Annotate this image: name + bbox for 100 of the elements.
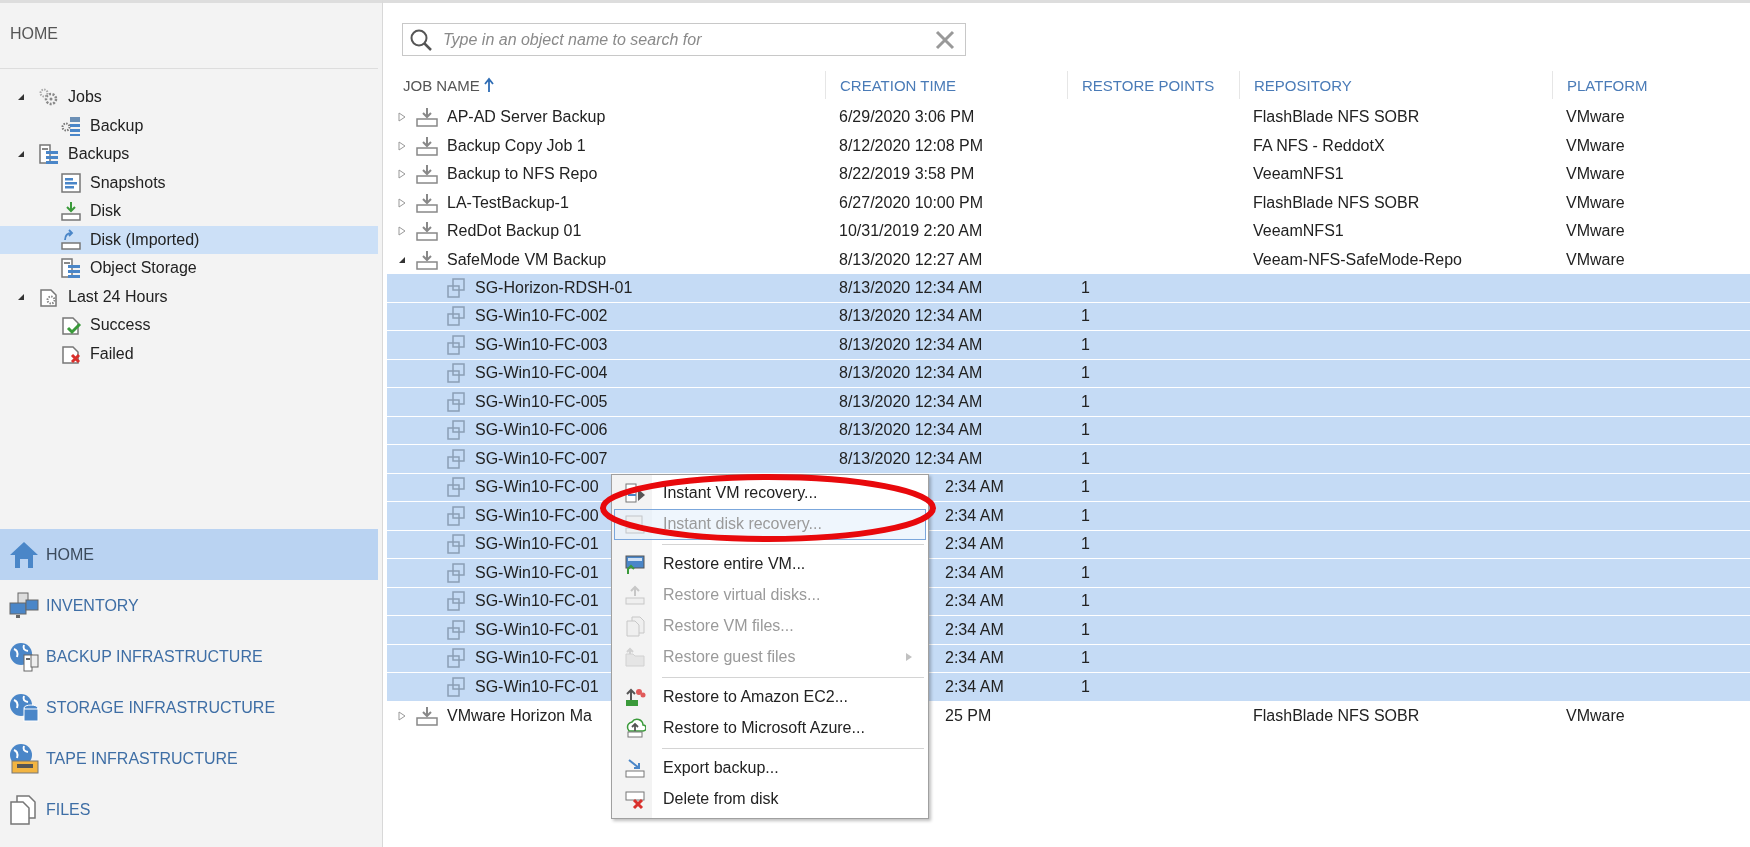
table-cell: SG-Win10-FC-007 [475,449,608,468]
tree-item[interactable]: Snapshots [0,168,378,197]
server-stack-icon [38,143,60,166]
table-cell: 8/13/2020 12:34 AM [839,364,983,383]
table-row[interactable]: SG-Win10-FC-005 8/13/2020 12:34 AM 1 [387,388,1750,417]
globe-server-icon [8,640,40,673]
menu-item[interactable]: Export backup... [614,752,926,784]
tree-item[interactable]: Success [0,311,378,340]
table-cell: 1 [1081,620,1090,639]
table-cell: SG-Win10-FC-01 [475,563,599,582]
table-row[interactable]: SG-Win10-FC-003 8/13/2020 12:34 AM 1 [387,331,1750,360]
disk-upload-icon [60,228,82,251]
disk-icon [624,513,646,535]
table-cell: 2:34 AM [945,649,1004,668]
menu-item[interactable]: Restore to Microsoft Azure... [614,712,926,744]
table-cell: 1 [1081,649,1090,668]
tree-item[interactable]: Last 24 Hours [0,282,378,311]
computers-icon [8,590,40,621]
documents-icon [624,615,646,637]
table-cell: 1 [1081,335,1090,354]
table-cell: Veeam-NFS-SafeMode-Repo [1253,250,1462,269]
nav-item[interactable]: BACKUP INFRASTRUCTURE [0,631,378,682]
table-cell: VeeamNFS1 [1253,222,1344,241]
table-cell: 1 [1081,535,1090,554]
table-cell: 2:34 AM [945,620,1004,639]
tree-item[interactable]: Disk (Imported) [0,225,378,254]
table-cell: 8/12/2020 12:08 PM [839,136,984,155]
table-cell: 10/31/2019 2:20 AM [839,222,983,241]
stacked-squares-icon [445,276,467,299]
tree-item[interactable]: Object Storage [0,254,378,283]
nav-item[interactable]: STORAGE INFRASTRUCTURE [0,682,378,733]
table-cell: 2:34 AM [945,535,1004,554]
menu-item[interactable]: Delete from disk [614,783,926,815]
disk-download-icon [415,191,439,214]
column-header[interactable]: PLATFORM [1553,70,1732,100]
tree-item[interactable]: Jobs [0,83,378,112]
stacked-squares-icon [445,419,467,442]
table-cell: FlashBlade NFS SOBR [1253,193,1420,212]
table-cell: 1 [1081,392,1090,411]
table-cell: SG-Win10-FC-00 [475,506,599,525]
table-cell: 2:34 AM [945,592,1004,611]
table-row[interactable]: SG-Horizon-RDSH-01 8/13/2020 12:34 AM 1 [387,274,1750,303]
check-document-icon [60,314,82,337]
table-cell: 2:34 AM [945,677,1004,696]
table-cell: SG-Win10-FC-002 [475,307,608,326]
cloud-upload-icon [624,686,646,708]
column-header[interactable]: CREATION TIME [826,70,1067,100]
disk-download-icon [60,200,82,223]
column-header[interactable]: JOB NAME [387,70,825,100]
column-header[interactable]: RESTORE POINTS [1068,70,1239,100]
disk-download-icon [415,134,439,157]
stacked-squares-icon [445,333,467,356]
home-icon [8,539,40,570]
column-header[interactable]: REPOSITORY [1240,70,1552,100]
stacked-squares-icon [445,533,467,556]
disk-upload-icon [624,584,646,606]
table-row[interactable]: SG-Win10-FC-002 8/13/2020 12:34 AM 1 [387,302,1750,331]
table-cell: VMware [1566,136,1625,155]
table-cell: SG-Win10-FC-00 [475,478,599,497]
search-field[interactable]: Type in an object name to search for [402,23,966,56]
nav-item[interactable]: TAPE INFRASTRUCTURE [0,733,378,784]
tree-item[interactable]: Disk [0,197,378,226]
table-row[interactable]: SG-Win10-FC-007 8/13/2020 12:34 AM 1 [387,445,1750,474]
nav-item[interactable]: INVENTORY [0,580,378,631]
table-cell: VeeamNFS1 [1253,165,1344,184]
table-cell: FlashBlade NFS SOBR [1253,108,1420,127]
disk-export-icon [624,757,646,779]
table-cell: RedDot Backup 01 [447,222,582,241]
globe-tape-icon [8,742,40,775]
tree-item[interactable]: Backup [0,111,378,140]
table-cell: 1 [1081,506,1090,525]
table-cell: 8/13/2020 12:34 AM [839,278,983,297]
table-cell: 2:34 AM [945,563,1004,582]
table-cell: VMware Horizon Ma [447,706,592,725]
stacked-squares-icon [445,675,467,698]
nav-item[interactable]: FILES [0,784,378,835]
section-title: HOME [0,3,378,69]
table-cell: VMware [1566,108,1625,127]
tree-item[interactable]: Failed [0,339,378,368]
table-cell: AP-AD Server Backup [447,108,606,127]
disk-download-icon [415,704,439,727]
table-cell: 8/13/2020 12:27 AM [839,250,983,269]
table-cell: 8/13/2020 12:34 AM [839,449,983,468]
search-input[interactable]: Type in an object name to search for [441,29,927,50]
tree-item[interactable]: Backups [0,140,378,169]
nav-item[interactable]: HOME [0,529,378,580]
stacked-squares-icon [445,362,467,385]
clear-icon [935,29,955,50]
table-row[interactable]: SG-Win10-FC-004 8/13/2020 12:34 AM 1 [387,359,1750,388]
table-cell: FlashBlade NFS SOBR [1253,706,1420,725]
table-cell: 1 [1081,563,1090,582]
table-cell: 6/27/2020 10:00 PM [839,193,984,212]
table-cell: SafeMode VM Backup [447,250,607,269]
table-cell: 8/22/2019 3:58 PM [839,165,975,184]
gear-icon [38,87,60,108]
table-cell: SG-Win10-FC-01 [475,649,599,668]
stacked-squares-icon [445,590,467,613]
table-cell: SG-Win10-FC-004 [475,364,608,383]
table-row[interactable]: SG-Win10-FC-006 8/13/2020 12:34 AM 1 [387,416,1750,445]
table-cell: SG-Win10-FC-005 [475,392,608,411]
